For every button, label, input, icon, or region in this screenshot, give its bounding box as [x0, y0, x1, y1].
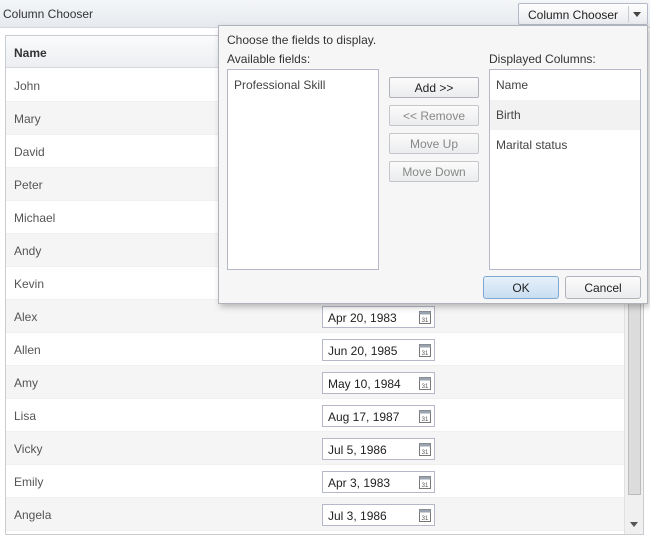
chevron-down-icon[interactable] [633, 12, 641, 17]
birth-date-field[interactable]: Jul 3, 1986 31 [322, 504, 435, 526]
available-fields-list[interactable]: Professional Skill [227, 69, 379, 270]
cell-name: Peter [14, 178, 43, 192]
calendar-icon[interactable]: 31 [419, 508, 431, 522]
button-separator [628, 6, 629, 22]
list-item[interactable]: Professional Skill [228, 70, 378, 100]
birth-date-value: Jul 5, 1986 [328, 443, 387, 457]
table-row[interactable]: Alex Apr 20, 1983 31 [6, 300, 624, 333]
cell-name: Vicky [14, 442, 43, 456]
table-row[interactable]: Amy May 10, 1984 31 [6, 366, 624, 399]
svg-text:31: 31 [422, 516, 429, 522]
move-down-button[interactable]: Move Down [389, 161, 479, 182]
popup-instruction: Choose the fields to display. [227, 33, 377, 47]
table-row[interactable]: Angela Jul 3, 1986 31 [6, 498, 624, 531]
list-item[interactable]: Marital status [490, 130, 640, 160]
scrollbar-thumb[interactable] [628, 299, 641, 495]
table-row[interactable]: Allen Jun 20, 1985 31 [6, 333, 624, 366]
calendar-icon[interactable]: 31 [419, 442, 431, 456]
list-item[interactable]: Birth [490, 100, 640, 130]
column-chooser-button-label: Column Chooser [528, 8, 619, 22]
birth-date-field[interactable]: May 10, 1984 31 [322, 372, 435, 394]
remove-button[interactable]: << Remove [389, 105, 479, 126]
scroll-down-arrow-icon[interactable] [630, 522, 638, 527]
table-row[interactable]: Vicky Jul 5, 1986 31 [6, 432, 624, 465]
available-fields-label: Available fields: [227, 52, 311, 66]
cancel-button[interactable]: Cancel [565, 276, 641, 299]
calendar-icon[interactable]: 31 [419, 376, 431, 390]
cell-name: Allen [14, 343, 41, 357]
table-row[interactable]: Lisa Aug 17, 1987 31 [6, 399, 624, 432]
cell-name: Lisa [14, 409, 37, 423]
column-header-name[interactable]: Name [14, 46, 47, 60]
birth-date-field[interactable]: Aug 17, 1987 31 [322, 405, 435, 427]
birth-date-value: May 10, 1984 [328, 377, 401, 391]
cell-name: Kevin [14, 277, 45, 291]
birth-date-value: Jun 20, 1985 [328, 344, 398, 358]
svg-text:31: 31 [422, 450, 429, 456]
displayed-columns-list[interactable]: Name Birth Marital status [489, 69, 641, 270]
calendar-icon[interactable]: 31 [419, 343, 431, 357]
cell-name: Emily [14, 475, 44, 489]
list-item[interactable]: Name [490, 70, 640, 100]
cell-name: John [14, 79, 41, 93]
svg-text:31: 31 [422, 417, 429, 423]
calendar-icon[interactable]: 31 [419, 310, 431, 324]
cell-name: Amy [14, 376, 38, 390]
calendar-icon[interactable]: 31 [419, 475, 431, 489]
toolbar: Column Chooser Column Chooser [0, 0, 650, 28]
svg-text:31: 31 [422, 483, 429, 489]
cell-name: Andy [14, 244, 42, 258]
svg-text:31: 31 [422, 351, 429, 357]
add-button[interactable]: Add >> [389, 77, 479, 98]
table-row[interactable]: Emily Apr 3, 1983 31 [6, 465, 624, 498]
ok-button[interactable]: OK [483, 276, 559, 299]
birth-date-field[interactable]: Jun 20, 1985 31 [322, 339, 435, 361]
svg-text:31: 31 [422, 318, 429, 324]
toolbar-title: Column Chooser [3, 7, 94, 21]
cell-name: Angela [14, 508, 52, 522]
column-chooser-button[interactable]: Column Chooser [518, 3, 648, 25]
birth-date-field[interactable]: Apr 20, 1983 31 [322, 306, 435, 328]
birth-date-field[interactable]: Jul 5, 1986 31 [322, 438, 435, 460]
birth-date-value: Aug 17, 1987 [328, 410, 400, 424]
birth-date-value: Jul 3, 1986 [328, 509, 387, 523]
birth-date-value: Apr 3, 1983 [328, 476, 391, 490]
move-up-button[interactable]: Move Up [389, 133, 479, 154]
cell-name: Michael [14, 211, 56, 225]
cell-name: David [14, 145, 45, 159]
birth-date-field[interactable]: Apr 3, 1983 31 [322, 471, 435, 493]
birth-date-value: Apr 20, 1983 [328, 311, 397, 325]
displayed-columns-label: Displayed Columns: [489, 52, 596, 66]
calendar-icon[interactable]: 31 [419, 409, 431, 423]
column-chooser-popup: Choose the fields to display. Available … [218, 25, 648, 304]
svg-text:31: 31 [422, 384, 429, 390]
cell-name: Mary [14, 112, 41, 126]
cell-name: Alex [14, 310, 38, 324]
